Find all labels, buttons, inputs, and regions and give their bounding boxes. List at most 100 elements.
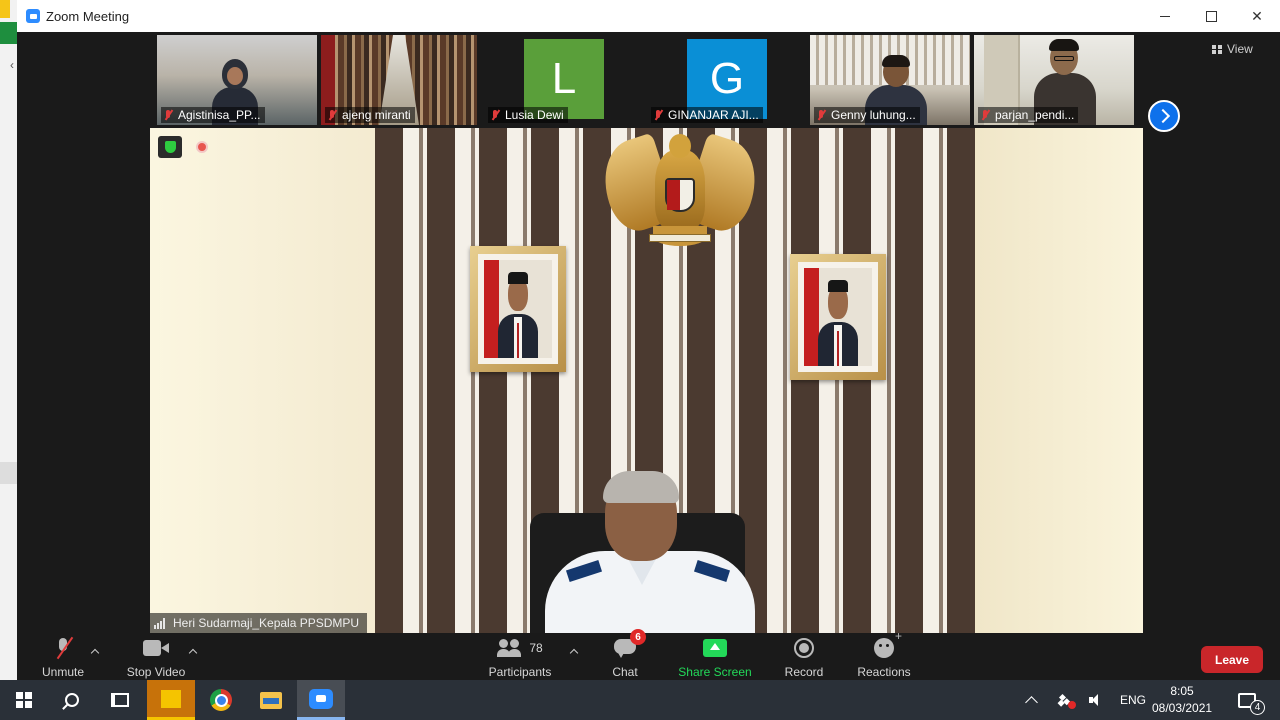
record-icon [794, 638, 814, 658]
grid-icon [1212, 44, 1222, 54]
video-icon-wrap [143, 637, 169, 659]
speaker-hair [603, 471, 679, 503]
recording-indicator-icon [196, 141, 208, 153]
next-page-button[interactable] [1148, 100, 1180, 132]
speaker-person [545, 471, 775, 633]
task-view-button[interactable] [96, 680, 144, 720]
sticky-notes-app[interactable] [147, 680, 195, 720]
stop-video-button[interactable]: Stop Video [123, 635, 189, 680]
background-window-edge: ‹ [0, 0, 17, 680]
participant-name-label: Genny luhung... [814, 107, 920, 123]
folder-icon [260, 691, 282, 709]
chrome-app[interactable] [197, 680, 245, 720]
share-icon-wrap [703, 637, 727, 659]
chat-label: Chat [612, 665, 638, 679]
zoom-app[interactable] [297, 680, 345, 720]
show-hidden-icons-button[interactable] [1025, 680, 1043, 720]
window-controls: ✕ [1142, 0, 1280, 32]
encryption-shield-icon[interactable] [158, 136, 182, 158]
participant-name-label: Lusia Dewi [488, 107, 568, 123]
video-camera-icon [143, 640, 169, 656]
start-button[interactable] [0, 680, 48, 720]
portrait-cap [507, 271, 529, 284]
emblem-banner [649, 234, 711, 242]
portrait-frame-right [790, 254, 886, 380]
close-button[interactable]: ✕ [1234, 0, 1280, 32]
chat-button[interactable]: 6 Chat [605, 629, 646, 680]
portrait-photo [484, 260, 552, 358]
clock-date: 08/03/2021 [1152, 701, 1213, 715]
signal-strength-icon [154, 617, 168, 629]
participant-name: ajeng miranti [342, 108, 411, 122]
chat-unread-badge: 6 [630, 629, 646, 645]
unmute-button[interactable]: Unmute [35, 635, 91, 680]
participants-button[interactable]: 78 Participants [485, 635, 555, 680]
participants-options-caret-icon[interactable] [570, 647, 578, 655]
audio-options-caret-icon[interactable] [91, 647, 99, 655]
view-button-label: View [1227, 42, 1253, 56]
mic-muted-icon [52, 637, 74, 659]
mic-muted-icon [816, 109, 826, 121]
chevron-left-icon: ‹ [10, 58, 14, 72]
frame-mat [478, 254, 558, 364]
mic-muted-icon [653, 109, 663, 121]
share-screen-button[interactable]: Share Screen [677, 635, 753, 680]
signal-bar [160, 620, 162, 629]
minimize-button[interactable] [1142, 0, 1188, 32]
edge-block [0, 462, 17, 484]
participant-tile[interactable]: G GINANJAR AJI... [647, 35, 807, 125]
participant-name-label: ajeng miranti [325, 107, 415, 123]
edge-green [0, 22, 17, 44]
active-speaker-video[interactable]: Heri Sudarmaji_Kepala PPSDMPU [150, 128, 1143, 633]
participant-tile[interactable]: ajeng miranti [321, 35, 477, 125]
participants-count: 78 [529, 641, 543, 655]
file-explorer-app[interactable] [247, 680, 295, 720]
unmute-icon-wrap [52, 637, 74, 659]
signal-bar [163, 617, 165, 629]
meeting-toolbar: Unmute Stop Video 78 Participants 6 Chat [17, 629, 1280, 680]
view-button[interactable]: View [1212, 41, 1253, 57]
window-title: Zoom Meeting [46, 8, 130, 24]
stop-video-label: Stop Video [126, 665, 186, 679]
participant-tile[interactable]: Agistinisa_PP... [157, 35, 317, 125]
signal-bar [157, 622, 159, 629]
maximize-button[interactable] [1188, 0, 1234, 32]
participant-tile[interactable]: Genny luhung... [810, 35, 970, 125]
participant-tile[interactable]: parjan_pendi... [974, 35, 1134, 125]
mic-muted-icon [980, 109, 990, 121]
person-face [227, 67, 243, 85]
chrome-icon [210, 689, 232, 711]
dropbox-tray-button[interactable] [1059, 680, 1077, 720]
portrait-photo [804, 268, 872, 366]
video-options-caret-icon[interactable] [189, 647, 197, 655]
emblem-head [669, 134, 691, 158]
search-icon [65, 693, 79, 707]
participant-name-label: Agistinisa_PP... [161, 107, 265, 123]
leave-meeting-button[interactable]: Leave [1201, 646, 1263, 673]
active-speaker-name: Heri Sudarmaji_Kepala PPSDMPU [173, 616, 360, 630]
record-label: Record [784, 665, 824, 679]
clock[interactable]: 8:05 08/03/2021 [1152, 680, 1224, 720]
share-screen-label: Share Screen [678, 665, 752, 679]
participant-tile[interactable]: L Lusia Dewi [484, 35, 644, 125]
speaker-icon [1089, 693, 1105, 707]
frame-mat [798, 262, 878, 372]
person-glasses [1054, 56, 1074, 61]
volume-button[interactable] [1089, 680, 1107, 720]
chevron-up-icon [1025, 696, 1038, 709]
reactions-button[interactable]: Reactions [855, 629, 913, 680]
portrait-tie [516, 322, 520, 358]
participant-name: Genny luhung... [831, 108, 916, 122]
zoom-icon [309, 688, 333, 709]
input-language-button[interactable]: ENG [1120, 680, 1146, 720]
person-hair [882, 55, 910, 67]
mic-muted-icon [490, 109, 500, 121]
dropbox-icon [1059, 694, 1076, 709]
mic-muted-icon [327, 109, 337, 121]
edge-yellow [0, 0, 10, 18]
bg-wall-right [973, 128, 1143, 633]
record-button[interactable]: Record [781, 635, 827, 680]
garuda-emblem [592, 130, 768, 258]
search-button[interactable] [48, 680, 96, 720]
clock-time: 8:05 [1170, 684, 1194, 698]
